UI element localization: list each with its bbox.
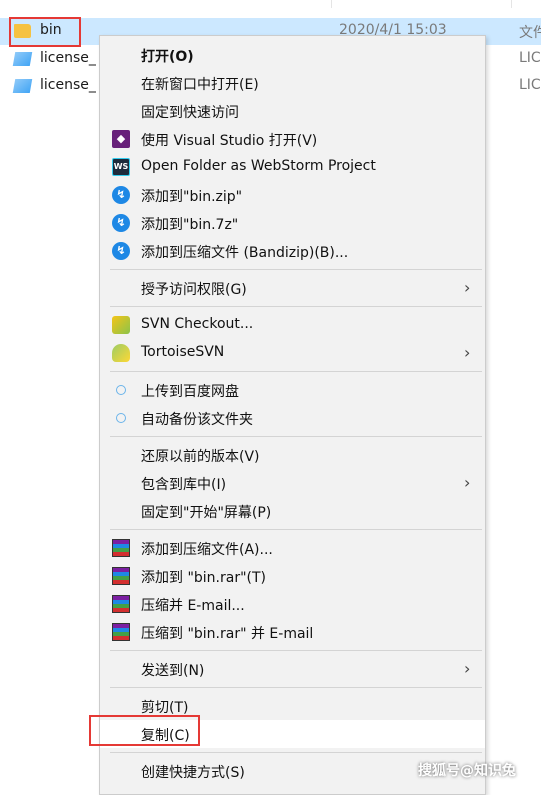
menu-item-open[interactable]: 打开(O) [100,41,485,69]
menu-item-label: 打开(O) [141,49,194,65]
menu-separator [110,650,482,651]
menu-item-label: 还原以前的版本(V) [141,449,260,465]
menu-item-restore-versions[interactable]: 还原以前的版本(V) [100,441,485,469]
menu-separator [110,687,482,688]
menu-item-upload-baidu[interactable]: 上传到百度网盘 [100,376,485,404]
context-menu: 打开(O) 在新窗口中打开(E) 固定到快速访问 ◆ 使用 Visual Stu… [99,35,486,795]
menu-item-pin-quick-access[interactable]: 固定到快速访问 [100,97,485,125]
winrar-icon [112,567,130,585]
visual-studio-icon: ◆ [112,130,130,148]
menu-item-label: Open Folder as WebStorm Project [141,158,376,174]
menu-item-open-visual-studio[interactable]: ◆ 使用 Visual Studio 打开(V) [100,125,485,153]
copy-highlight-box [89,715,200,746]
menu-separator [110,269,482,270]
menu-item-tortoisesvn[interactable]: TortoiseSVN › [100,339,485,367]
menu-item-label: 发送到(N) [141,663,205,679]
menu-item-label: 添加到压缩文件 (Bandizip)(B)... [141,245,349,261]
menu-item-add-7z[interactable]: ↯ 添加到"bin.7z" [100,209,485,237]
menu-item-label: 添加到"bin.7z" [141,217,239,233]
file-name: license_ [40,77,96,93]
menu-item-label: 添加到 "bin.rar"(T) [141,570,266,586]
selection-highlight-box [9,17,81,47]
bandizip-icon: ↯ [112,214,130,232]
winrar-icon [112,623,130,641]
file-type: 文件 [519,25,541,41]
menu-item-include-library[interactable]: 包含到库中(I) › [100,469,485,497]
license-file-icon [12,79,33,93]
webstorm-icon: WS [112,158,130,176]
menu-item-label: 固定到"开始"屏幕(P) [141,505,272,521]
chevron-right-icon: › [464,659,471,678]
menu-item-svn-checkout[interactable]: SVN Checkout... [100,311,485,339]
bandizip-icon: ↯ [112,242,130,260]
menu-separator [110,752,482,753]
chevron-right-icon: › [464,278,471,297]
menu-separator [110,371,482,372]
file-type: LIC [519,77,541,93]
menu-item-label: 添加到压缩文件(A)... [141,542,273,558]
menu-item-label: 压缩并 E-mail... [141,598,245,614]
menu-item-winrar-add-archive[interactable]: 添加到压缩文件(A)... [100,534,485,562]
file-name: license_ [40,50,96,66]
menu-item-pin-start[interactable]: 固定到"开始"屏幕(P) [100,497,485,525]
chevron-right-icon: › [464,343,471,362]
svn-checkout-icon [112,316,130,334]
menu-item-label: 自动备份该文件夹 [141,412,253,428]
menu-item-label: SVN Checkout... [141,316,254,332]
menu-item-webstorm[interactable]: WS Open Folder as WebStorm Project [100,153,485,181]
menu-separator [110,529,482,530]
license-file-icon [12,52,33,66]
menu-item-label: 上传到百度网盘 [141,384,239,400]
menu-item-label: 固定到快速访问 [141,105,239,121]
menu-item-winrar-compress-email[interactable]: 压缩并 E-mail... [100,590,485,618]
menu-item-label: 添加到"bin.zip" [141,189,243,205]
menu-item-label: 剪切(T) [141,700,189,716]
menu-item-winrar-add-binrar[interactable]: 添加到 "bin.rar"(T) [100,562,485,590]
menu-item-label: TortoiseSVN [141,344,225,360]
menu-item-winrar-compress-binrar-email[interactable]: 压缩到 "bin.rar" 并 E-mail [100,618,485,646]
column-header-strip [0,0,541,8]
winrar-icon [112,595,130,613]
bandizip-icon: ↯ [112,186,130,204]
winrar-icon [112,539,130,557]
menu-item-label: 授予访问权限(G) [141,282,247,298]
menu-separator [110,436,482,437]
menu-item-add-zip[interactable]: ↯ 添加到"bin.zip" [100,181,485,209]
menu-item-grant-access[interactable]: 授予访问权限(G) › [100,274,485,302]
menu-item-label: 压缩到 "bin.rar" 并 E-mail [141,626,314,642]
menu-item-add-archive-bandizip[interactable]: ↯ 添加到压缩文件 (Bandizip)(B)... [100,237,485,265]
menu-item-label: 包含到库中(I) [141,477,227,493]
watermark-text: 搜狐号@知识兔 [418,763,516,779]
menu-item-label: 使用 Visual Studio 打开(V) [141,133,318,149]
menu-item-auto-backup[interactable]: 自动备份该文件夹 [100,404,485,432]
menu-item-label: 在新窗口中打开(E) [141,77,259,93]
menu-item-open-new-window[interactable]: 在新窗口中打开(E) [100,69,485,97]
tortoisesvn-icon [112,344,130,362]
menu-item-send-to[interactable]: 发送到(N) › [100,655,485,683]
file-type: LIC [519,50,541,66]
chevron-right-icon: › [464,473,471,492]
column-separator[interactable] [511,0,512,8]
column-separator[interactable] [331,0,332,8]
menu-separator [110,306,482,307]
menu-item-label: 创建快捷方式(S) [141,765,245,781]
